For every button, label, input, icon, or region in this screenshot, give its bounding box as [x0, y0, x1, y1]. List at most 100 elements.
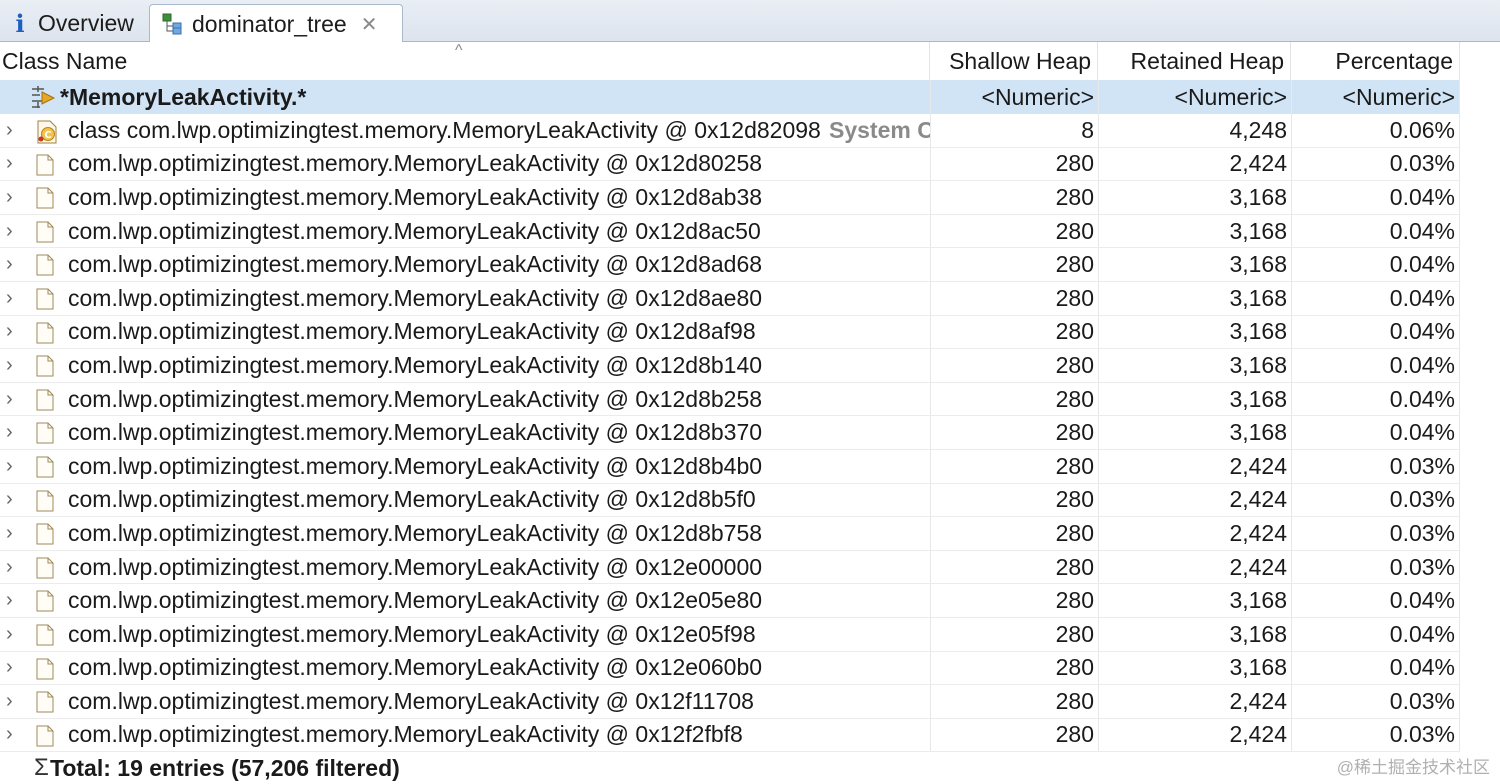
row-shallow-heap: 280	[930, 584, 1098, 617]
table-row[interactable]: › Cclass com.lwp.optimizingtest.memory.Me…	[0, 114, 1460, 148]
table-row[interactable]: › com.lwp.optimizingtest.memory.MemoryLea…	[0, 685, 1460, 719]
tab-overview-label: Overview	[38, 9, 134, 36]
filter-shallow-heap[interactable]: <Numeric>	[930, 80, 1098, 114]
filter-class-name[interactable]: *MemoryLeakActivity.*	[0, 80, 930, 114]
column-retained-heap[interactable]: Retained Heap	[1098, 42, 1291, 80]
row-shallow-heap: 280	[930, 147, 1098, 181]
row-class-name-text: com.lwp.optimizingtest.memory.MemoryLeak…	[68, 217, 761, 244]
system-class-label: System Class	[829, 116, 930, 143]
row-retained-heap: 3,168	[1098, 651, 1291, 685]
filter-icon	[30, 84, 56, 110]
row-shallow-heap: 280	[930, 181, 1098, 214]
table-row[interactable]: › com.lwp.optimizingtest.memory.MemoryLea…	[0, 718, 1460, 753]
row-class-name: com.lwp.optimizingtest.memory.MemoryLeak…	[0, 248, 930, 281]
table-row[interactable]: › com.lwp.optimizingtest.memory.MemoryLea…	[0, 315, 1460, 350]
row-retained-heap: 3,168	[1098, 281, 1291, 315]
table-header: Class Name ^ Shallow Heap Retained Heap …	[0, 42, 1500, 80]
row-percentage: 0.04%	[1291, 214, 1460, 248]
tab-dominator-tree[interactable]: dominator_tree ✕	[149, 4, 403, 43]
column-percentage[interactable]: Percentage	[1291, 42, 1460, 80]
row-class-name-text: com.lwp.optimizingtest.memory.MemoryLeak…	[68, 620, 756, 647]
row-class-name: com.lwp.optimizingtest.memory.MemoryLeak…	[0, 719, 930, 752]
table-row[interactable]: › com.lwp.optimizingtest.memory.MemoryLea…	[0, 248, 1460, 282]
row-percentage: 0.03%	[1291, 517, 1460, 550]
row-class-name: com.lwp.optimizingtest.memory.MemoryLeak…	[0, 148, 930, 181]
row-class-name: com.lwp.optimizingtest.memory.MemoryLeak…	[0, 282, 930, 315]
table-row[interactable]: › com.lwp.optimizingtest.memory.MemoryLea…	[0, 617, 1460, 652]
row-percentage: 0.06%	[1291, 114, 1460, 147]
row-shallow-heap: 280	[930, 315, 1098, 349]
row-shallow-heap: 280	[930, 550, 1098, 584]
total-row: Σ Total: 19 entries (57,206 filtered)	[0, 752, 1460, 784]
row-shallow-heap: 280	[930, 416, 1098, 449]
table-row[interactable]: › com.lwp.optimizingtest.memory.MemoryLea…	[0, 147, 1460, 182]
table-row[interactable]: › com.lwp.optimizingtest.memory.MemoryLea…	[0, 651, 1460, 686]
row-percentage: 0.04%	[1291, 315, 1460, 349]
table-row[interactable]: › com.lwp.optimizingtest.memory.MemoryLea…	[0, 382, 1460, 417]
row-shallow-heap: 280	[930, 483, 1098, 517]
row-shallow-heap: 280	[930, 248, 1098, 281]
total-text: Total: 19 entries (57,206 filtered)	[50, 754, 400, 781]
row-percentage: 0.03%	[1291, 449, 1460, 483]
row-percentage: 0.03%	[1291, 483, 1460, 517]
row-class-name-text: com.lwp.optimizingtest.memory.MemoryLeak…	[68, 318, 756, 345]
row-class-name-text: com.lwp.optimizingtest.memory.MemoryLeak…	[68, 452, 763, 479]
row-shallow-heap: 280	[930, 214, 1098, 248]
filter-row[interactable]: *MemoryLeakActivity.* <Numeric> <Numeric…	[0, 80, 1460, 114]
table-row[interactable]: › com.lwp.optimizingtest.memory.MemoryLea…	[0, 483, 1460, 518]
table-row[interactable]: › com.lwp.optimizingtest.memory.MemoryLea…	[0, 449, 1460, 484]
row-class-name: com.lwp.optimizingtest.memory.MemoryLeak…	[0, 685, 930, 718]
row-retained-heap: 2,424	[1098, 685, 1291, 718]
row-shallow-heap: 8	[930, 114, 1098, 147]
row-retained-heap: 2,424	[1098, 449, 1291, 483]
filter-retained-heap[interactable]: <Numeric>	[1098, 80, 1291, 114]
table-row[interactable]: › com.lwp.optimizingtest.memory.MemoryLea…	[0, 281, 1460, 316]
row-class-name: com.lwp.optimizingtest.memory.MemoryLeak…	[0, 652, 930, 685]
column-class-name[interactable]: Class Name	[0, 42, 930, 80]
row-class-name: com.lwp.optimizingtest.memory.MemoryLeak…	[0, 383, 930, 416]
row-retained-heap: 3,168	[1098, 617, 1291, 651]
row-shallow-heap: 280	[930, 449, 1098, 483]
watermark: @稀土掘金技术社区	[1336, 758, 1490, 777]
row-percentage: 0.03%	[1291, 550, 1460, 584]
row-percentage: 0.04%	[1291, 617, 1460, 651]
row-class-name-text: com.lwp.optimizingtest.memory.MemoryLeak…	[68, 419, 763, 446]
row-class-name-text: com.lwp.optimizingtest.memory.MemoryLeak…	[68, 687, 754, 714]
sigma-icon: Σ	[34, 754, 49, 781]
row-shallow-heap: 280	[930, 685, 1098, 718]
row-percentage: 0.04%	[1291, 281, 1460, 315]
row-class-name-text: com.lwp.optimizingtest.memory.MemoryLeak…	[68, 654, 763, 681]
row-retained-heap: 2,424	[1098, 147, 1291, 181]
close-icon[interactable]: ✕	[361, 12, 378, 37]
info-icon: i	[15, 8, 25, 38]
row-class-name-text: com.lwp.optimizingtest.memory.MemoryLeak…	[68, 351, 763, 378]
row-retained-heap: 4,248	[1098, 114, 1291, 147]
table-row[interactable]: › com.lwp.optimizingtest.memory.MemoryLea…	[0, 214, 1460, 249]
row-class-name-text: com.lwp.optimizingtest.memory.MemoryLeak…	[68, 284, 763, 311]
row-retained-heap: 3,168	[1098, 214, 1291, 248]
table-row[interactable]: › com.lwp.optimizingtest.memory.MemoryLea…	[0, 349, 1460, 383]
row-class-name: com.lwp.optimizingtest.memory.MemoryLeak…	[0, 316, 930, 349]
tab-overview[interactable]: i Overview	[0, 4, 146, 42]
table-row[interactable]: › com.lwp.optimizingtest.memory.MemoryLea…	[0, 584, 1460, 618]
row-class-name-text: com.lwp.optimizingtest.memory.MemoryLeak…	[68, 519, 763, 546]
column-shallow-heap[interactable]: Shallow Heap	[930, 42, 1098, 80]
row-shallow-heap: 280	[930, 281, 1098, 315]
table-row[interactable]: › com.lwp.optimizingtest.memory.MemoryLea…	[0, 550, 1460, 585]
table-body: › Cclass com.lwp.optimizingtest.memory.Me…	[0, 114, 1460, 753]
table-row[interactable]: › com.lwp.optimizingtest.memory.MemoryLea…	[0, 517, 1460, 551]
row-retained-heap: 2,424	[1098, 517, 1291, 550]
table-row[interactable]: › com.lwp.optimizingtest.memory.MemoryLea…	[0, 181, 1460, 215]
row-class-name: com.lwp.optimizingtest.memory.MemoryLeak…	[0, 551, 930, 584]
row-class-name-text: class com.lwp.optimizingtest.memory.Memo…	[68, 116, 821, 143]
filter-percentage[interactable]: <Numeric>	[1291, 80, 1460, 114]
row-class-name-text: com.lwp.optimizingtest.memory.MemoryLeak…	[68, 553, 763, 580]
row-percentage: 0.04%	[1291, 349, 1460, 382]
row-percentage: 0.03%	[1291, 147, 1460, 181]
row-class-name: com.lwp.optimizingtest.memory.MemoryLeak…	[0, 181, 930, 214]
row-retained-heap: 3,168	[1098, 382, 1291, 416]
table-row[interactable]: › com.lwp.optimizingtest.memory.MemoryLea…	[0, 416, 1460, 450]
row-percentage: 0.04%	[1291, 181, 1460, 214]
row-retained-heap: 2,424	[1098, 718, 1291, 752]
row-retained-heap: 3,168	[1098, 315, 1291, 349]
